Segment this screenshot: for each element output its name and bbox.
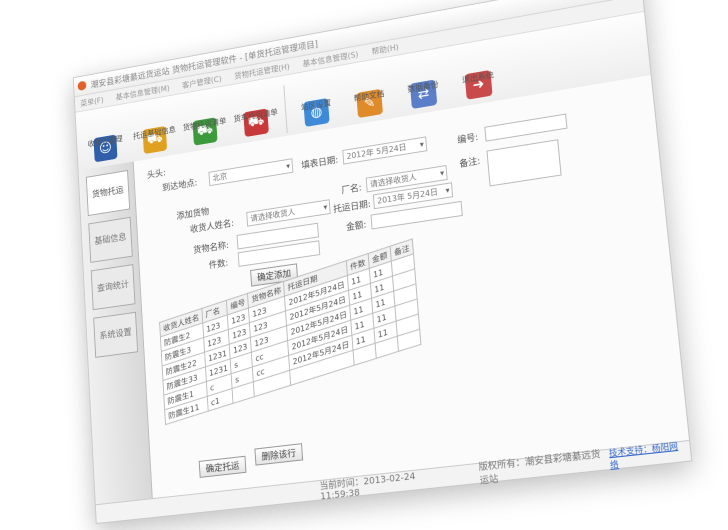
confirm-shipment-button[interactable]: 确定托运 [198, 455, 247, 478]
pieces-label: 件数: [208, 258, 229, 272]
date-picker[interactable]: 2012年 5月24日 [342, 136, 428, 165]
tab-basic-info[interactable]: 基础信息 [88, 216, 133, 263]
dest-label: 到达地点: [161, 178, 198, 194]
app-icon [77, 80, 87, 92]
amount-label: 金额: [345, 220, 367, 234]
receiver-select[interactable]: 请选择收货人 [246, 199, 331, 227]
tab-settings[interactable]: 系统设置 [93, 311, 139, 358]
note-label: 备注: [459, 156, 481, 170]
note-textarea[interactable] [486, 139, 562, 187]
dest-select[interactable]: 北京 [208, 158, 294, 187]
menu-file[interactable]: 菜单(F) [80, 94, 104, 108]
delete-row-button[interactable]: 删除该行 [254, 443, 304, 466]
tab-shipment[interactable]: 货物托运 [85, 169, 131, 217]
number-input[interactable] [484, 113, 568, 142]
tab-query[interactable]: 查询统计 [90, 264, 136, 311]
goods-name-label: 货物名称: [192, 241, 230, 257]
add-goods-label: 添加货物 [176, 207, 210, 222]
ribbon-separator [283, 85, 288, 133]
number-label: 编号: [456, 132, 479, 147]
head-label: 头头: [146, 168, 167, 181]
menu-help[interactable]: 帮助(H) [371, 41, 399, 56]
date-label: 填表日期: [301, 155, 339, 172]
factory-label: 厂名: [341, 183, 363, 197]
app-window: 潮安县彩塘綦远货运站 货物托运管理软件 - [单货托运管理项目] – □ ✕ 菜… [72, 0, 693, 525]
ship-date-label: 托运日期: [332, 199, 372, 216]
